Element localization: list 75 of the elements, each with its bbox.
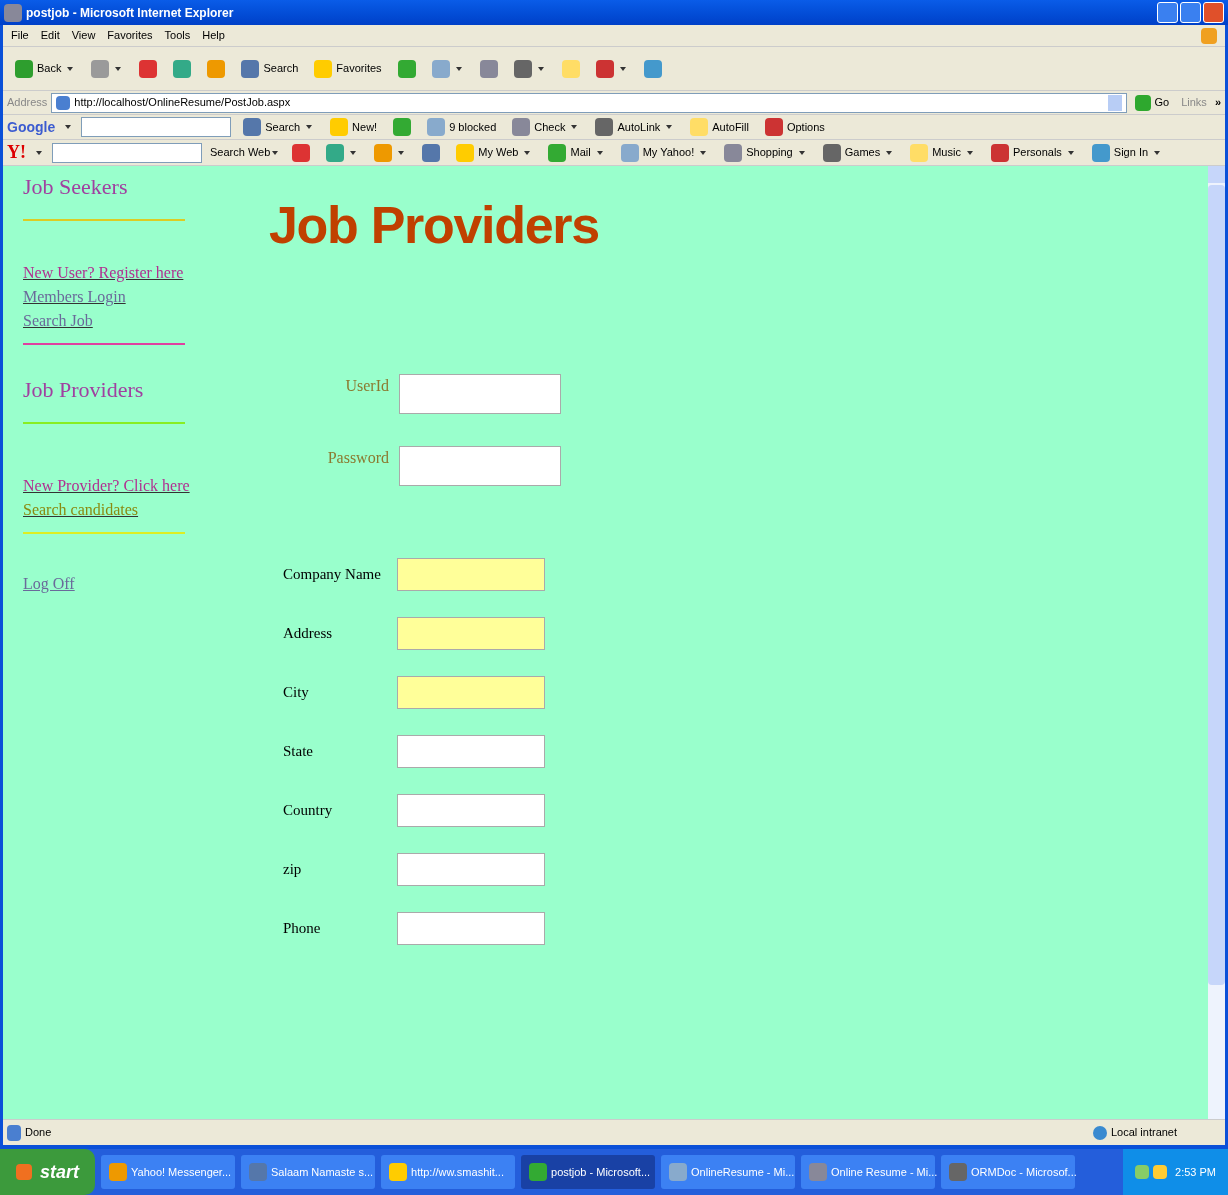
search-field[interactable] bbox=[52, 142, 202, 163]
input-field[interactable] bbox=[397, 853, 545, 886]
section-title: Job Providers bbox=[23, 376, 145, 404]
scrollbar[interactable] bbox=[1208, 166, 1225, 1119]
menu-item[interactable]: Favorites bbox=[107, 27, 153, 44]
menu-item[interactable]: Edit bbox=[40, 27, 60, 44]
taskbar-button[interactable]: Online Resume - Mi... bbox=[801, 1155, 935, 1189]
input-field[interactable] bbox=[397, 794, 545, 827]
toolbar-button[interactable]: Sign In bbox=[1087, 143, 1167, 162]
input-field[interactable] bbox=[397, 735, 545, 768]
status-text: Done bbox=[25, 1125, 52, 1141]
field-label: Company Name bbox=[283, 565, 382, 585]
toolbar-button[interactable]: My Yahoo! bbox=[616, 143, 713, 162]
input-field[interactable] bbox=[397, 617, 545, 650]
sidebar-link[interactable]: Members Login bbox=[23, 285, 126, 309]
address-label: Address bbox=[7, 95, 48, 111]
toolbar-button[interactable]: Games bbox=[818, 143, 899, 162]
google-logo[interactable]: Google bbox=[7, 116, 56, 138]
taskbar-button[interactable]: postjob - Microsoft... bbox=[521, 1155, 655, 1189]
clock: 2:53 PM bbox=[1175, 1164, 1216, 1180]
toolbar-button[interactable]: Mail bbox=[544, 143, 609, 162]
input-field[interactable] bbox=[399, 374, 561, 414]
window-title: postjob - Microsoft Internet Explorer bbox=[26, 4, 234, 22]
toolbar-button[interactable]: Personals bbox=[986, 143, 1080, 162]
field-label: State bbox=[283, 742, 314, 762]
more-button[interactable]: » bbox=[1214, 94, 1221, 111]
start-button[interactable]: start bbox=[0, 1149, 95, 1195]
toolbar-button[interactable]: Back bbox=[11, 59, 80, 78]
taskbar-button[interactable]: Salaam Namaste s... bbox=[241, 1155, 375, 1189]
search-field[interactable] bbox=[81, 117, 232, 137]
input-field[interactable] bbox=[399, 446, 561, 486]
toolbar-button[interactable]: Search bbox=[237, 59, 303, 78]
go-button[interactable]: Go bbox=[1130, 94, 1174, 111]
close-button[interactable] bbox=[1203, 2, 1224, 23]
menu-item[interactable]: Tools bbox=[164, 27, 191, 44]
toolbar-button[interactable]: Check bbox=[508, 118, 584, 136]
taskbar-button[interactable]: Yahoo! Messenger... bbox=[101, 1155, 235, 1189]
taskbar-button[interactable]: http://ww.smashit... bbox=[381, 1155, 515, 1189]
input-field[interactable] bbox=[397, 558, 545, 591]
maximize-button[interactable] bbox=[1180, 2, 1201, 23]
field-label: Country bbox=[283, 801, 334, 821]
address-field[interactable]: http://localhost/OnlineResume/PostJob.aspx bbox=[51, 92, 1127, 113]
menu-item[interactable]: View bbox=[71, 27, 96, 44]
menu-item[interactable]: Help bbox=[202, 27, 225, 44]
input-field[interactable] bbox=[397, 912, 545, 945]
menu-item[interactable]: File bbox=[11, 27, 29, 44]
toolbar-button[interactable]: AutoLink bbox=[591, 118, 679, 136]
toolbar-button[interactable]: My Web bbox=[452, 143, 537, 162]
field-label: zip bbox=[283, 860, 303, 880]
taskbar-button[interactable]: OnlineResume - Mi... bbox=[661, 1155, 795, 1189]
toolbar-button[interactable]: AutoFill bbox=[686, 118, 753, 136]
yahoo-logo[interactable]: Y! bbox=[7, 139, 26, 166]
field-label: Password bbox=[326, 448, 389, 468]
section-title: Job Seekers bbox=[23, 173, 129, 201]
toolbar-button[interactable]: Options bbox=[760, 118, 829, 136]
sidebar-link[interactable]: New Provider? Click here bbox=[23, 474, 190, 498]
minimize-button[interactable] bbox=[1157, 2, 1178, 23]
taskbar-button[interactable]: ORMDoc - Microsof... bbox=[941, 1155, 1075, 1189]
field-label: UserId bbox=[344, 376, 389, 396]
toolbar-button[interactable]: Shopping bbox=[720, 143, 811, 162]
search-web-button[interactable]: Search Web bbox=[210, 144, 281, 161]
sidebar-link[interactable]: New User? Register here bbox=[23, 261, 184, 285]
logoff-link[interactable]: Log Off bbox=[23, 572, 75, 596]
sidebar-link[interactable]: Search Job bbox=[23, 309, 93, 333]
field-label: Phone bbox=[283, 919, 322, 939]
input-field[interactable] bbox=[397, 676, 545, 709]
toolbar-button[interactable]: 9 blocked bbox=[423, 118, 501, 136]
toolbar-button[interactable]: Search bbox=[239, 118, 319, 136]
toolbar-button[interactable]: Music bbox=[906, 143, 979, 162]
zone-label: Local intranet bbox=[1111, 1125, 1179, 1141]
toolbar-button[interactable]: Favorites bbox=[310, 59, 386, 78]
page-heading: Job Providers bbox=[269, 195, 600, 256]
field-label: City bbox=[283, 683, 310, 703]
field-label: Address bbox=[283, 624, 334, 644]
toolbar-button[interactable]: New! bbox=[326, 118, 382, 136]
